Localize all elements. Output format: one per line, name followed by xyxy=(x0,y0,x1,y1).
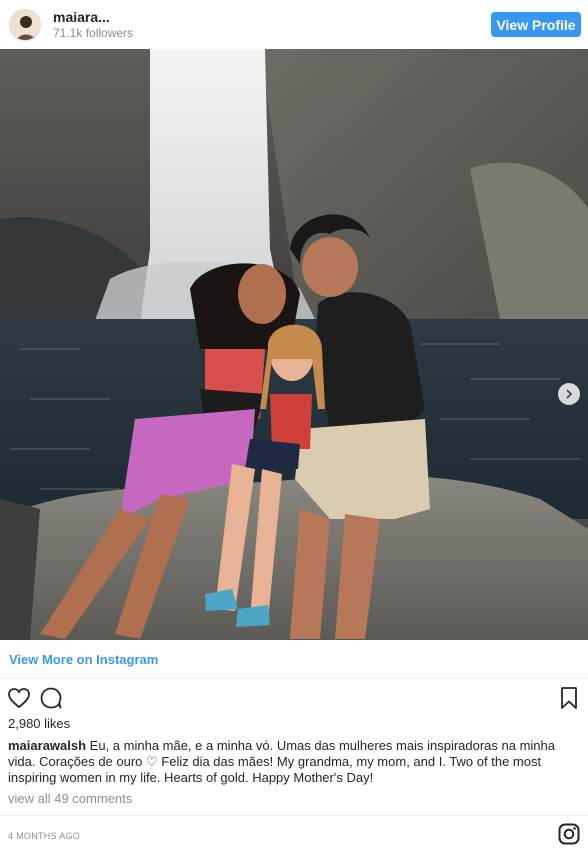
divider xyxy=(0,678,588,679)
action-bar xyxy=(0,684,588,714)
username[interactable]: maiara... xyxy=(53,9,133,26)
caption-username[interactable]: maiarawalsh xyxy=(8,738,86,753)
bookmark-icon[interactable] xyxy=(556,685,582,711)
carousel-next-button[interactable] xyxy=(558,383,580,405)
view-more-link[interactable]: View More on Instagram xyxy=(9,652,158,667)
caption: maiarawalsh Eu, a minha mãe, e a minha v… xyxy=(8,738,578,786)
instagram-icon[interactable] xyxy=(558,823,580,845)
post-timestamp: 4 MONTHS AGO xyxy=(8,831,81,841)
post-header: maiara... 71.1k followers View Profile xyxy=(0,0,588,49)
avatar[interactable] xyxy=(9,8,41,41)
comment-icon[interactable] xyxy=(38,685,64,711)
view-comments-link[interactable]: view all 49 comments xyxy=(8,791,132,806)
like-count[interactable]: 2,980 likes xyxy=(8,716,70,731)
view-profile-button[interactable]: View Profile xyxy=(491,12,581,37)
user-meta: maiara... 71.1k followers xyxy=(53,9,133,41)
divider xyxy=(0,815,588,816)
chevron-right-icon xyxy=(566,389,573,399)
follower-count: 71.1k followers xyxy=(53,25,134,40)
heart-icon[interactable] xyxy=(6,685,32,711)
post-photo[interactable] xyxy=(0,49,588,640)
caption-text: Eu, a minha mãe, e a minha vó. Umas das … xyxy=(8,738,555,785)
